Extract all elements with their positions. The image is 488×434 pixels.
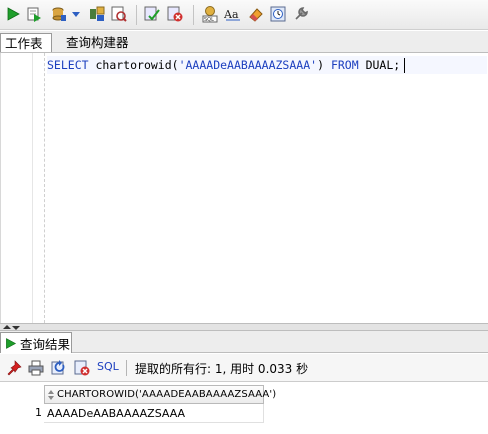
sql-function-name: chartorowid( (95, 58, 179, 72)
sql-monitor-button[interactable] (269, 5, 287, 23)
column-header[interactable]: CHARTOROWID('AAAADEAABAAAAZSAAA') (44, 385, 276, 404)
result-tabbar: 查询结果 (0, 331, 488, 353)
play-icon (7, 7, 20, 21)
explain-plan-button[interactable] (88, 5, 106, 23)
autotrace-button[interactable] (50, 5, 68, 23)
result-toolbar: SQL 提取的所有行: 1, 用时 0.033 秒 (0, 354, 488, 382)
worksheet-tabstrip: 工作表 查询构建器 (0, 31, 488, 53)
table-cell[interactable]: AAAADeAABAAAAZSAAA (44, 404, 264, 423)
toolbar-separator (193, 5, 194, 25)
sql-editor[interactable]: SELECT chartorowid('AAAADeAABAAAAZSAAA')… (0, 53, 488, 323)
rollback-icon (167, 6, 183, 22)
change-case-button[interactable]: Aa (224, 5, 242, 23)
tools-button[interactable] (292, 5, 310, 23)
toolbar-separator (136, 5, 137, 25)
run-statement-button[interactable] (4, 5, 22, 23)
main-toolbar: SQL Aa (0, 0, 488, 30)
pin-button[interactable] (5, 359, 23, 377)
clear-button[interactable] (247, 5, 265, 23)
sql-keyword-select: SELECT (47, 58, 89, 72)
eraser-icon (249, 8, 263, 22)
refresh-button[interactable] (50, 359, 68, 377)
sort-icon (48, 388, 54, 402)
cancel-icon (74, 360, 90, 376)
tab-query-builder[interactable]: 查询构建器 (62, 33, 133, 52)
svg-text:SQL: SQL (204, 17, 214, 23)
sql-close-paren: ) (317, 58, 324, 72)
sql-statement-line[interactable]: SELECT chartorowid('AAAADeAABAAAAZSAAA')… (47, 56, 487, 74)
sql-table-name: DUAL; (365, 58, 401, 72)
run-script-icon (27, 7, 41, 22)
svg-text:Aa: Aa (224, 8, 239, 21)
clock-icon (270, 6, 286, 22)
sql-tuning-icon (111, 6, 127, 22)
text-caret (404, 58, 406, 73)
wrench-icon (295, 7, 308, 20)
pane-splitter[interactable] (0, 323, 488, 331)
cancel-button[interactable] (73, 359, 91, 377)
explain-plan-icon (90, 6, 105, 21)
row-number: 1 (35, 406, 42, 419)
rollback-button[interactable] (166, 5, 184, 23)
play-icon (6, 337, 17, 349)
collapse-up-icon[interactable] (3, 325, 11, 329)
sql-keyword-from: FROM (330, 58, 359, 72)
print-button[interactable] (27, 359, 45, 377)
change-case-icon: Aa (224, 8, 240, 21)
result-tab-label: 查询结果 (20, 336, 71, 352)
refresh-icon (51, 360, 65, 375)
editor-gutter (1, 53, 33, 323)
tab-worksheet[interactable]: 工作表 (0, 33, 52, 52)
show-sql-button[interactable]: SQL (97, 360, 119, 373)
tab-query-result[interactable]: 查询结果 (0, 332, 72, 353)
printer-icon (28, 360, 44, 376)
sql-history-button[interactable]: SQL (201, 5, 219, 23)
run-script-button[interactable] (25, 5, 43, 23)
chevron-down-icon (72, 12, 80, 17)
editor-margin-line (44, 53, 45, 323)
sql-tuning-button[interactable] (110, 5, 128, 23)
sql-string-literal: 'AAAADeAABAAAAZSAAA' (178, 58, 318, 72)
result-grid: CHARTOROWID('AAAADEAABAAAAZSAAA') 1 AAAA… (0, 382, 488, 434)
commit-button[interactable] (143, 5, 161, 23)
fetch-status-text: 提取的所有行: 1, 用时 0.033 秒 (135, 362, 309, 376)
commit-icon (144, 6, 160, 21)
result-toolbar-separator (126, 360, 127, 376)
collapse-down-icon[interactable] (12, 326, 20, 330)
dropdown-button[interactable] (71, 5, 81, 23)
pin-icon (7, 360, 22, 376)
sql-history-icon: SQL (202, 6, 218, 23)
database-icon (52, 7, 66, 21)
column-header-label: CHARTOROWID('AAAADEAABAAAAZSAAA') (57, 389, 277, 400)
